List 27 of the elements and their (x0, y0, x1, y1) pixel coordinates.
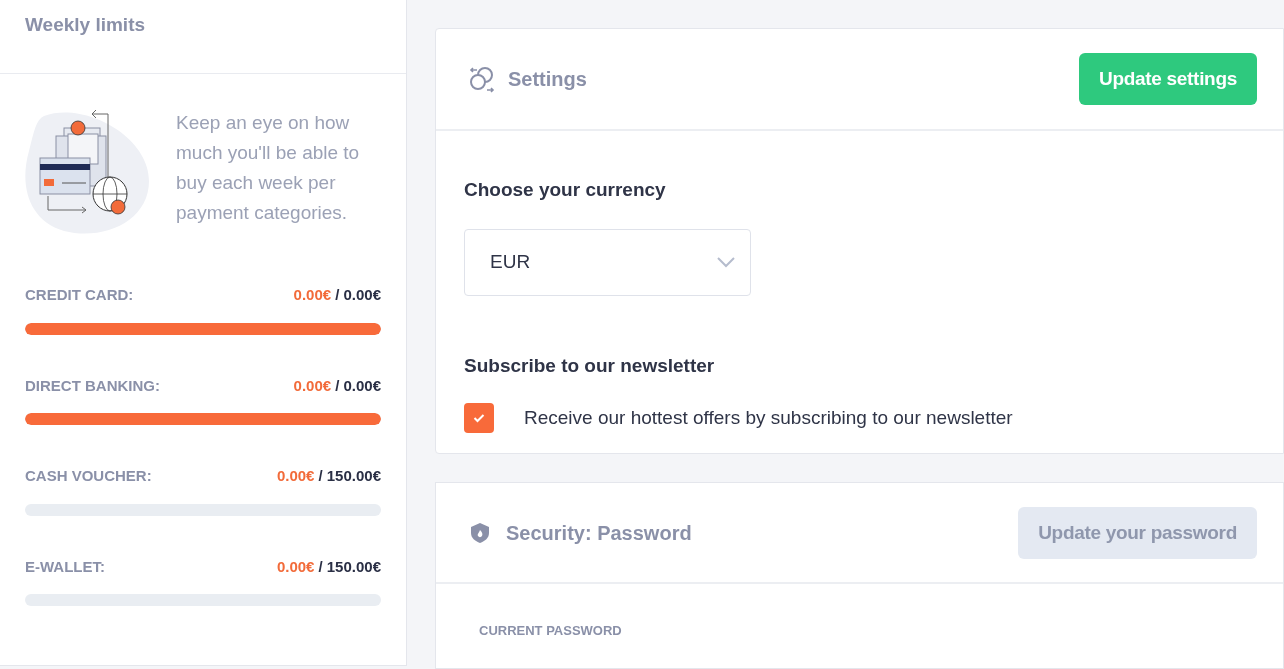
limit-used: 0.00€ (293, 285, 332, 305)
limit-total: / 150.00€ (318, 466, 381, 486)
limit-total: / 0.00€ (335, 375, 381, 396)
newsletter-label: Receive our hottest offers by subscribing to our newsletter (524, 405, 1013, 430)
chevron-down-icon (716, 256, 736, 268)
shield-icon (470, 521, 490, 544)
check-icon (473, 413, 485, 423)
limit-used: 0.00€ (293, 375, 332, 396)
panel-title: Weekly limits (25, 14, 146, 35)
card-title: Security: Password (506, 520, 692, 546)
limit-used: 0.00€ (276, 466, 315, 486)
newsletter-checkbox[interactable] (464, 403, 494, 433)
currency-heading: Choose your currency (464, 178, 667, 202)
newsletter-heading: Subscribe to our newsletter (464, 353, 716, 378)
currency-exchange-icon (468, 65, 496, 93)
card-title: Settings (508, 67, 587, 92)
limit-label: DIRECT BANKING: (25, 375, 160, 396)
limit-used: 0.00€ (276, 556, 315, 577)
panel-description: Keep an eye on how much you'll be able to buy each week per payment categories. (176, 111, 361, 225)
limit-total: / 150.00€ (318, 556, 381, 577)
update-button[interactable]: Update settings (1078, 53, 1257, 105)
limit-total: / 0.00€ (335, 285, 381, 305)
currency-select[interactable]: EUR (464, 228, 751, 296)
field-label: CURRENT PASSWORD (479, 623, 622, 639)
limit-label: CREDIT CARD: (25, 285, 134, 305)
limit-label: CASH VOUCHER: (25, 466, 152, 486)
limit-label: E-WALLET: (25, 556, 105, 577)
